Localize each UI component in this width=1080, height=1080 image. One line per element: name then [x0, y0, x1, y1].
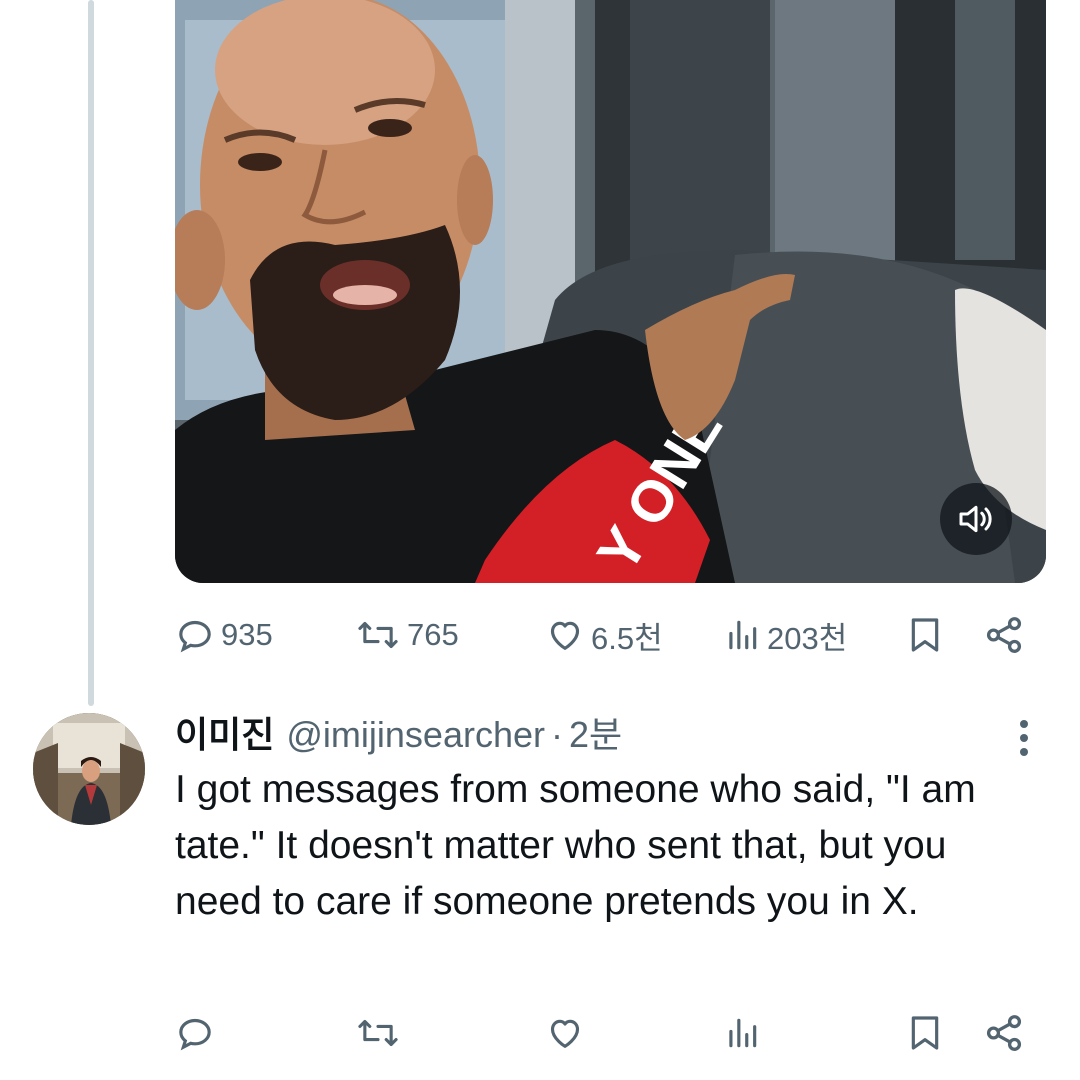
- video-frame: Y ONE: [175, 0, 1046, 583]
- like-button[interactable]: 6.5천: [545, 610, 663, 660]
- repost-icon: [358, 621, 398, 649]
- mute-button[interactable]: [940, 483, 1012, 555]
- view-count: 203천: [767, 620, 848, 656]
- bookmark-button[interactable]: [905, 1008, 945, 1058]
- tweet-action-bar: 935 765 6.5천 203천: [175, 610, 1035, 660]
- share-icon: [986, 1015, 1022, 1051]
- display-name[interactable]: 이미진: [175, 706, 274, 758]
- avatar-photo: [33, 713, 145, 825]
- timestamp[interactable]: 2분: [569, 706, 622, 758]
- reply-icon: [179, 620, 211, 653]
- heart-icon: [550, 621, 580, 650]
- views-button[interactable]: [723, 1008, 761, 1058]
- reply-count: 935: [221, 617, 273, 652]
- repost-button[interactable]: [355, 1008, 401, 1058]
- repost-count: 765: [407, 617, 459, 652]
- reply-header: 이미진 @imijinsearcher · 2분: [175, 706, 622, 762]
- reply-button[interactable]: [175, 1008, 215, 1058]
- share-button[interactable]: [983, 610, 1025, 660]
- heart-icon: [550, 1019, 580, 1048]
- analytics-icon: [729, 620, 757, 650]
- analytics-icon: [729, 1018, 757, 1048]
- avatar[interactable]: [33, 713, 145, 825]
- reply-button[interactable]: 935: [175, 610, 273, 660]
- repost-icon: [358, 1019, 398, 1047]
- repost-button[interactable]: 765: [355, 610, 459, 660]
- reply-icon: [179, 1018, 211, 1051]
- share-button[interactable]: [983, 1008, 1025, 1058]
- bookmark-button[interactable]: [905, 610, 945, 660]
- volume-icon: [959, 505, 992, 533]
- share-icon: [986, 617, 1022, 653]
- like-button[interactable]: [545, 1008, 585, 1058]
- user-handle[interactable]: @imijinsearcher: [286, 714, 545, 756]
- bookmark-icon: [911, 618, 939, 652]
- views-button[interactable]: 203천: [723, 610, 847, 660]
- tweet-video[interactable]: Y ONE: [175, 0, 1046, 583]
- reply-text: I got messages from someone who said, "I…: [175, 768, 976, 923]
- like-count: 6.5천: [591, 620, 663, 656]
- separator-dot: ·: [550, 714, 563, 755]
- thread-connector-line: [88, 0, 94, 706]
- reply-action-bar: [175, 1008, 1035, 1058]
- more-options-icon[interactable]: [1014, 716, 1034, 756]
- bookmark-icon: [911, 1016, 939, 1050]
